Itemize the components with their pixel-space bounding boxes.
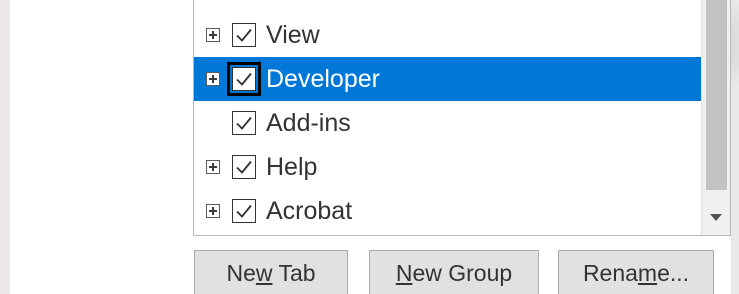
help-checkbox[interactable] [232, 155, 256, 179]
expand-plus-icon[interactable] [206, 160, 220, 174]
tree-row-label: View [266, 21, 320, 49]
expand-plus-icon[interactable] [206, 72, 220, 86]
tree-row-acrobat[interactable]: Acrobat [194, 189, 701, 233]
checkmark-icon [236, 204, 252, 218]
tree-row-add-ins[interactable]: Add-ins [194, 101, 701, 145]
scrollbar-thumb[interactable] [706, 0, 727, 190]
checkmark-icon [236, 72, 252, 86]
vertical-scrollbar[interactable] [701, 0, 730, 235]
button-mnemonic: N [395, 260, 413, 286]
developer-checkbox[interactable] [227, 62, 261, 96]
button-text: e... [657, 260, 690, 286]
add-ins-checkbox[interactable] [232, 111, 256, 135]
tree-row-view[interactable]: View [194, 13, 701, 57]
tree-row-label: Developer [266, 65, 380, 93]
button-text: ew Group [412, 260, 513, 286]
checkmark-icon [236, 28, 252, 42]
scroll-down-arrow-icon[interactable] [702, 200, 731, 235]
button-text: Tab [272, 260, 316, 286]
tree-row-label: Add-ins [266, 109, 351, 137]
new-tab-button[interactable]: New Tab [194, 250, 348, 294]
checkmark-icon [236, 116, 252, 130]
checkmark-icon [236, 160, 252, 174]
new-group-button[interactable]: New Group [369, 250, 539, 294]
expand-plus-icon[interactable] [206, 204, 220, 218]
button-mnemonic: m [637, 260, 658, 286]
tree-row-help[interactable]: Help [194, 145, 701, 189]
acrobat-checkbox[interactable] [232, 199, 256, 223]
rename-button[interactable]: Rename... [558, 250, 714, 294]
button-text: Ne [226, 260, 256, 286]
button-text: Rena [582, 260, 638, 286]
tree-row-label: Acrobat [266, 197, 353, 225]
tree-row-label: Help [266, 153, 318, 181]
ribbon-tabs-tree[interactable]: View Developer Add-ins Help Acrobat [193, 0, 731, 236]
view-checkbox[interactable] [232, 23, 256, 47]
expand-plus-icon[interactable] [206, 28, 220, 42]
tree-row-developer[interactable]: Developer [194, 57, 701, 101]
button-mnemonic: w [255, 260, 273, 286]
